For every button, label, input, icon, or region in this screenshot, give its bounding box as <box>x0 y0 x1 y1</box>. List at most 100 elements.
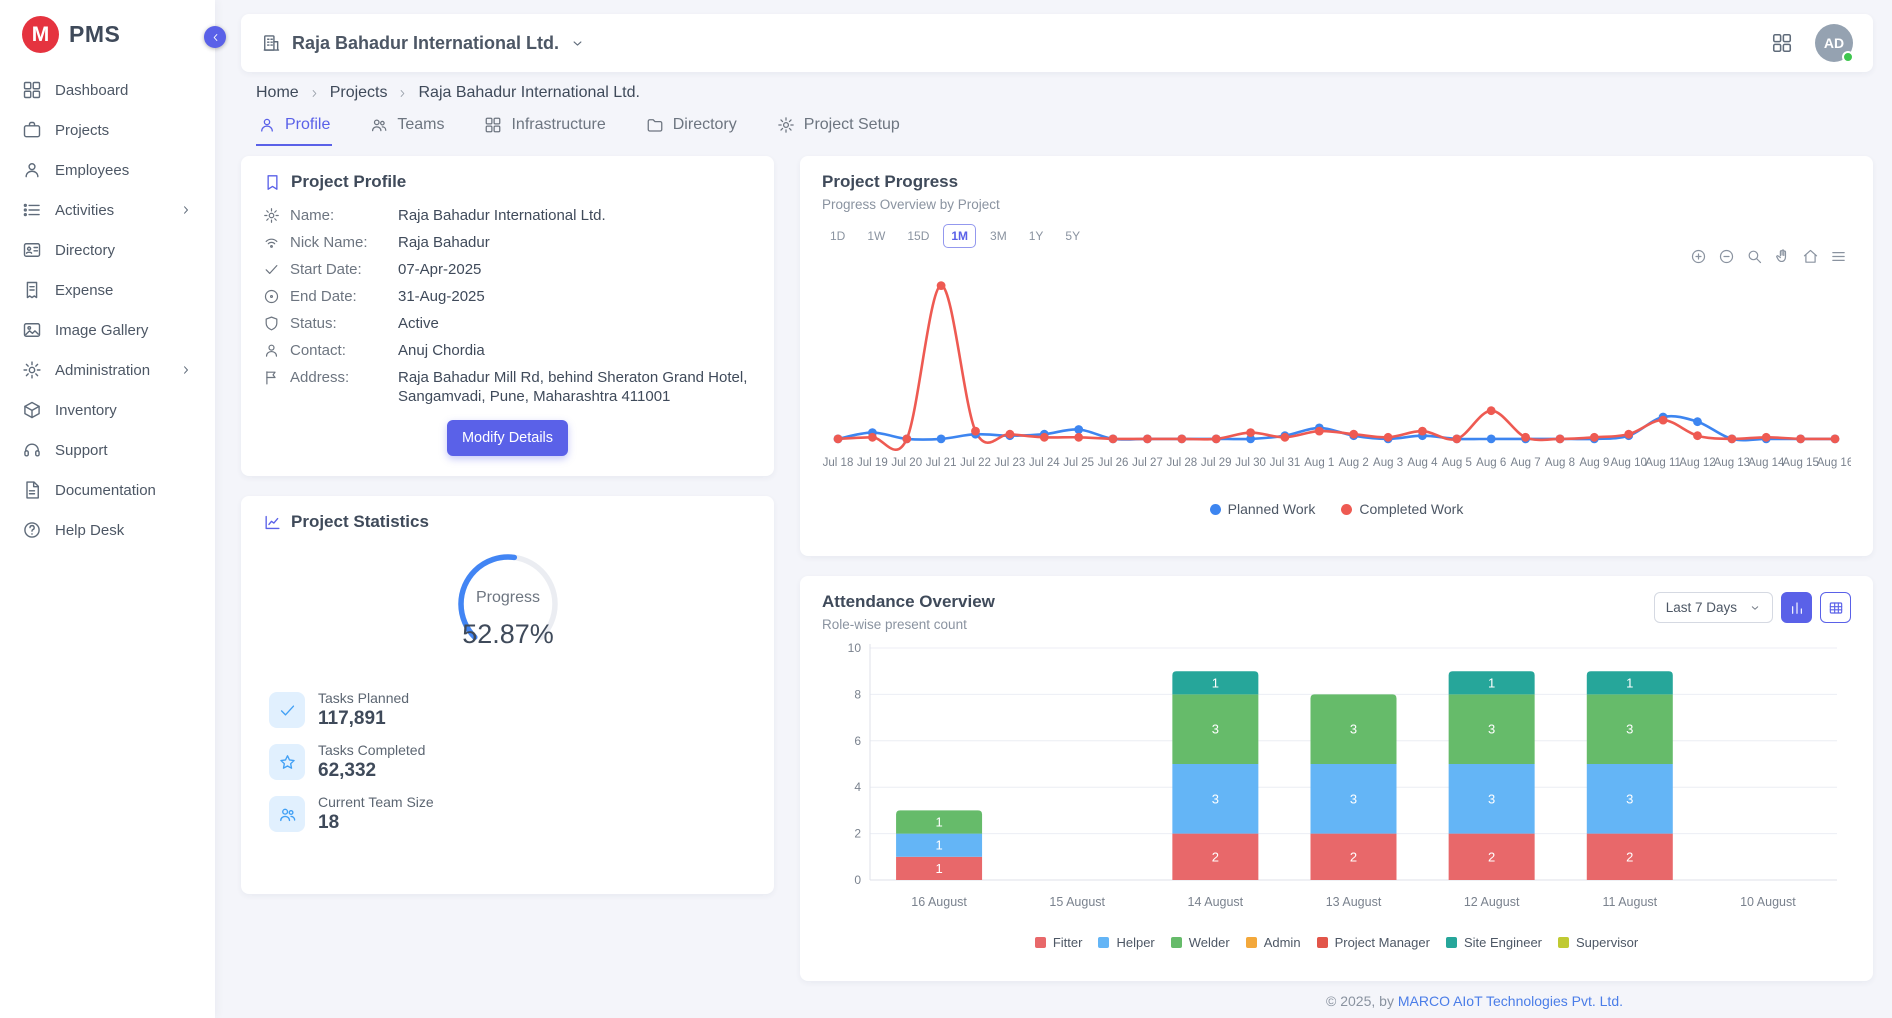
user-avatar[interactable]: AD <box>1815 24 1853 62</box>
check-icon <box>263 261 280 278</box>
tab-infrastructure[interactable]: Infrastructure <box>482 110 607 146</box>
pan-button[interactable] <box>1774 248 1791 265</box>
range-5y-button[interactable]: 5Y <box>1057 224 1088 248</box>
topbar: Raja Bahadur International Ltd. AD <box>241 14 1873 72</box>
attendance-chart[interactable]: 024681011116 August15 August233114 Augus… <box>822 636 1851 928</box>
sidebar-item-support[interactable]: Support <box>12 431 203 469</box>
tab-project-setup[interactable]: Project Setup <box>775 110 902 146</box>
legend-swatch <box>1171 937 1182 948</box>
legend-admin[interactable]: Admin <box>1246 935 1301 950</box>
legend-completed-work[interactable]: Completed Work <box>1341 501 1463 517</box>
sidebar-nav: DashboardProjectsEmployeesActivitiesDire… <box>0 63 215 557</box>
legend-helper[interactable]: Helper <box>1098 935 1154 950</box>
profile-fields: Name:Raja Bahadur International Ltd.Nick… <box>263 206 752 406</box>
legend-project-manager[interactable]: Project Manager <box>1317 935 1430 950</box>
profile-field-status: Status: Active <box>263 314 752 333</box>
tab-directory[interactable]: Directory <box>644 110 739 146</box>
range-1y-button[interactable]: 1Y <box>1021 224 1052 248</box>
zoom-in-icon <box>1690 248 1707 265</box>
zoom-out-button[interactable] <box>1718 248 1735 265</box>
svg-text:Aug 14: Aug 14 <box>1748 457 1785 469</box>
field-label: Contact: <box>290 341 388 360</box>
range-1d-button[interactable]: 1D <box>822 224 853 248</box>
logo-icon: M <box>22 16 59 53</box>
footer-link[interactable]: MARCO AIoT Technologies Pvt. Ltd. <box>1398 993 1623 1009</box>
stat-iconbox <box>269 692 305 728</box>
range-3m-button[interactable]: 3M <box>982 224 1015 248</box>
select-value: Last 7 Days <box>1666 600 1737 615</box>
legend-supervisor[interactable]: Supervisor <box>1558 935 1638 950</box>
sidebar-item-help-desk[interactable]: Help Desk <box>12 511 203 549</box>
bar-chart-icon <box>1789 600 1805 616</box>
table-view-button[interactable] <box>1820 592 1851 623</box>
left-column: Project Profile Name:Raja Bahadur Intern… <box>241 156 774 894</box>
sidebar-item-inventory[interactable]: Inventory <box>12 391 203 429</box>
sidebar-item-administration[interactable]: Administration <box>12 351 203 389</box>
svg-text:3: 3 <box>1626 791 1633 806</box>
svg-text:16 August: 16 August <box>911 895 967 909</box>
svg-text:Aug 13: Aug 13 <box>1714 457 1750 469</box>
svg-text:Jul 29: Jul 29 <box>1201 457 1232 469</box>
svg-text:1: 1 <box>935 838 942 853</box>
svg-text:Aug 3: Aug 3 <box>1373 457 1403 469</box>
sidebar-item-projects[interactable]: Projects <box>12 111 203 149</box>
tab-profile[interactable]: Profile <box>256 110 332 146</box>
legend-label: Fitter <box>1053 935 1083 950</box>
line-chart-legend: Planned Work Completed Work <box>822 501 1851 517</box>
pan-icon <box>1774 248 1791 265</box>
svg-text:Jul 27: Jul 27 <box>1132 457 1163 469</box>
sidebar-collapse-button[interactable] <box>204 26 226 48</box>
sidebar-item-image-gallery[interactable]: Image Gallery <box>12 311 203 349</box>
svg-text:Jul 25: Jul 25 <box>1063 457 1094 469</box>
range-1m-button[interactable]: 1M <box>943 224 976 248</box>
legend-welder[interactable]: Welder <box>1171 935 1230 950</box>
zoom-in-button[interactable] <box>1690 248 1707 265</box>
svg-text:3: 3 <box>1488 791 1495 806</box>
attendance-subtitle: Role-wise present count <box>822 617 995 632</box>
tab-teams[interactable]: Teams <box>368 110 446 146</box>
logo-text: PMS <box>69 21 120 48</box>
sidebar-item-dashboard[interactable]: Dashboard <box>12 71 203 109</box>
field-value: Active <box>398 314 439 333</box>
projects-icon <box>22 120 42 140</box>
svg-text:Jul 31: Jul 31 <box>1270 457 1301 469</box>
menu-button[interactable] <box>1830 248 1847 265</box>
footer: © 2025, by MARCO AIoT Technologies Pvt. … <box>241 990 1873 1018</box>
range-1w-button[interactable]: 1W <box>859 224 893 248</box>
home-button[interactable] <box>1802 248 1819 265</box>
company-selector[interactable]: Raja Bahadur International Ltd. <box>261 33 585 54</box>
project-progress-chart[interactable]: Jul 18Jul 19Jul 20Jul 21Jul 22Jul 23Jul … <box>822 254 1851 494</box>
sidebar-item-directory[interactable]: Directory <box>12 231 203 269</box>
legend-label: Project Manager <box>1335 935 1430 950</box>
range-15d-button[interactable]: 15D <box>899 224 937 248</box>
svg-text:Jul 24: Jul 24 <box>1029 457 1060 469</box>
sidebar-item-employees[interactable]: Employees <box>12 151 203 189</box>
stat-label: Current Team Size <box>318 794 434 810</box>
sidebar-item-activities[interactable]: Activities <box>12 191 203 229</box>
chevron-right-icon <box>179 203 193 217</box>
svg-text:1: 1 <box>1488 675 1495 690</box>
legend-fitter[interactable]: Fitter <box>1035 935 1083 950</box>
legend-swatch <box>1210 504 1221 515</box>
bar-view-button[interactable] <box>1781 592 1812 623</box>
sidebar-item-expense[interactable]: Expense <box>12 271 203 309</box>
svg-text:3: 3 <box>1212 791 1219 806</box>
breadcrumb-item-raja-bahadur-international-ltd: Raja Bahadur International Ltd. <box>418 84 639 102</box>
sidebar-item-documentation[interactable]: Documentation <box>12 471 203 509</box>
apps-grid-button[interactable] <box>1771 32 1793 54</box>
legend-swatch <box>1246 937 1257 948</box>
modify-details-button[interactable]: Modify Details <box>447 420 568 456</box>
breadcrumb-item-projects[interactable]: Projects <box>330 84 388 102</box>
time-range-selector: 1D1W15D1M3M1Y5Y <box>822 224 1851 248</box>
date-range-select[interactable]: Last 7 Days <box>1654 592 1773 623</box>
legend-site-engineer[interactable]: Site Engineer <box>1446 935 1542 950</box>
documentation-icon <box>22 480 42 500</box>
app-logo[interactable]: M PMS <box>0 0 215 63</box>
sidebar-item-label: Support <box>55 442 108 459</box>
zoom-selection-button[interactable] <box>1746 248 1763 265</box>
svg-text:Jul 19: Jul 19 <box>857 457 888 469</box>
chevron-left-icon <box>209 31 222 44</box>
breadcrumb-item-home[interactable]: Home <box>256 84 299 102</box>
field-label: Status: <box>290 314 388 333</box>
legend-planned-work[interactable]: Planned Work <box>1210 501 1316 517</box>
